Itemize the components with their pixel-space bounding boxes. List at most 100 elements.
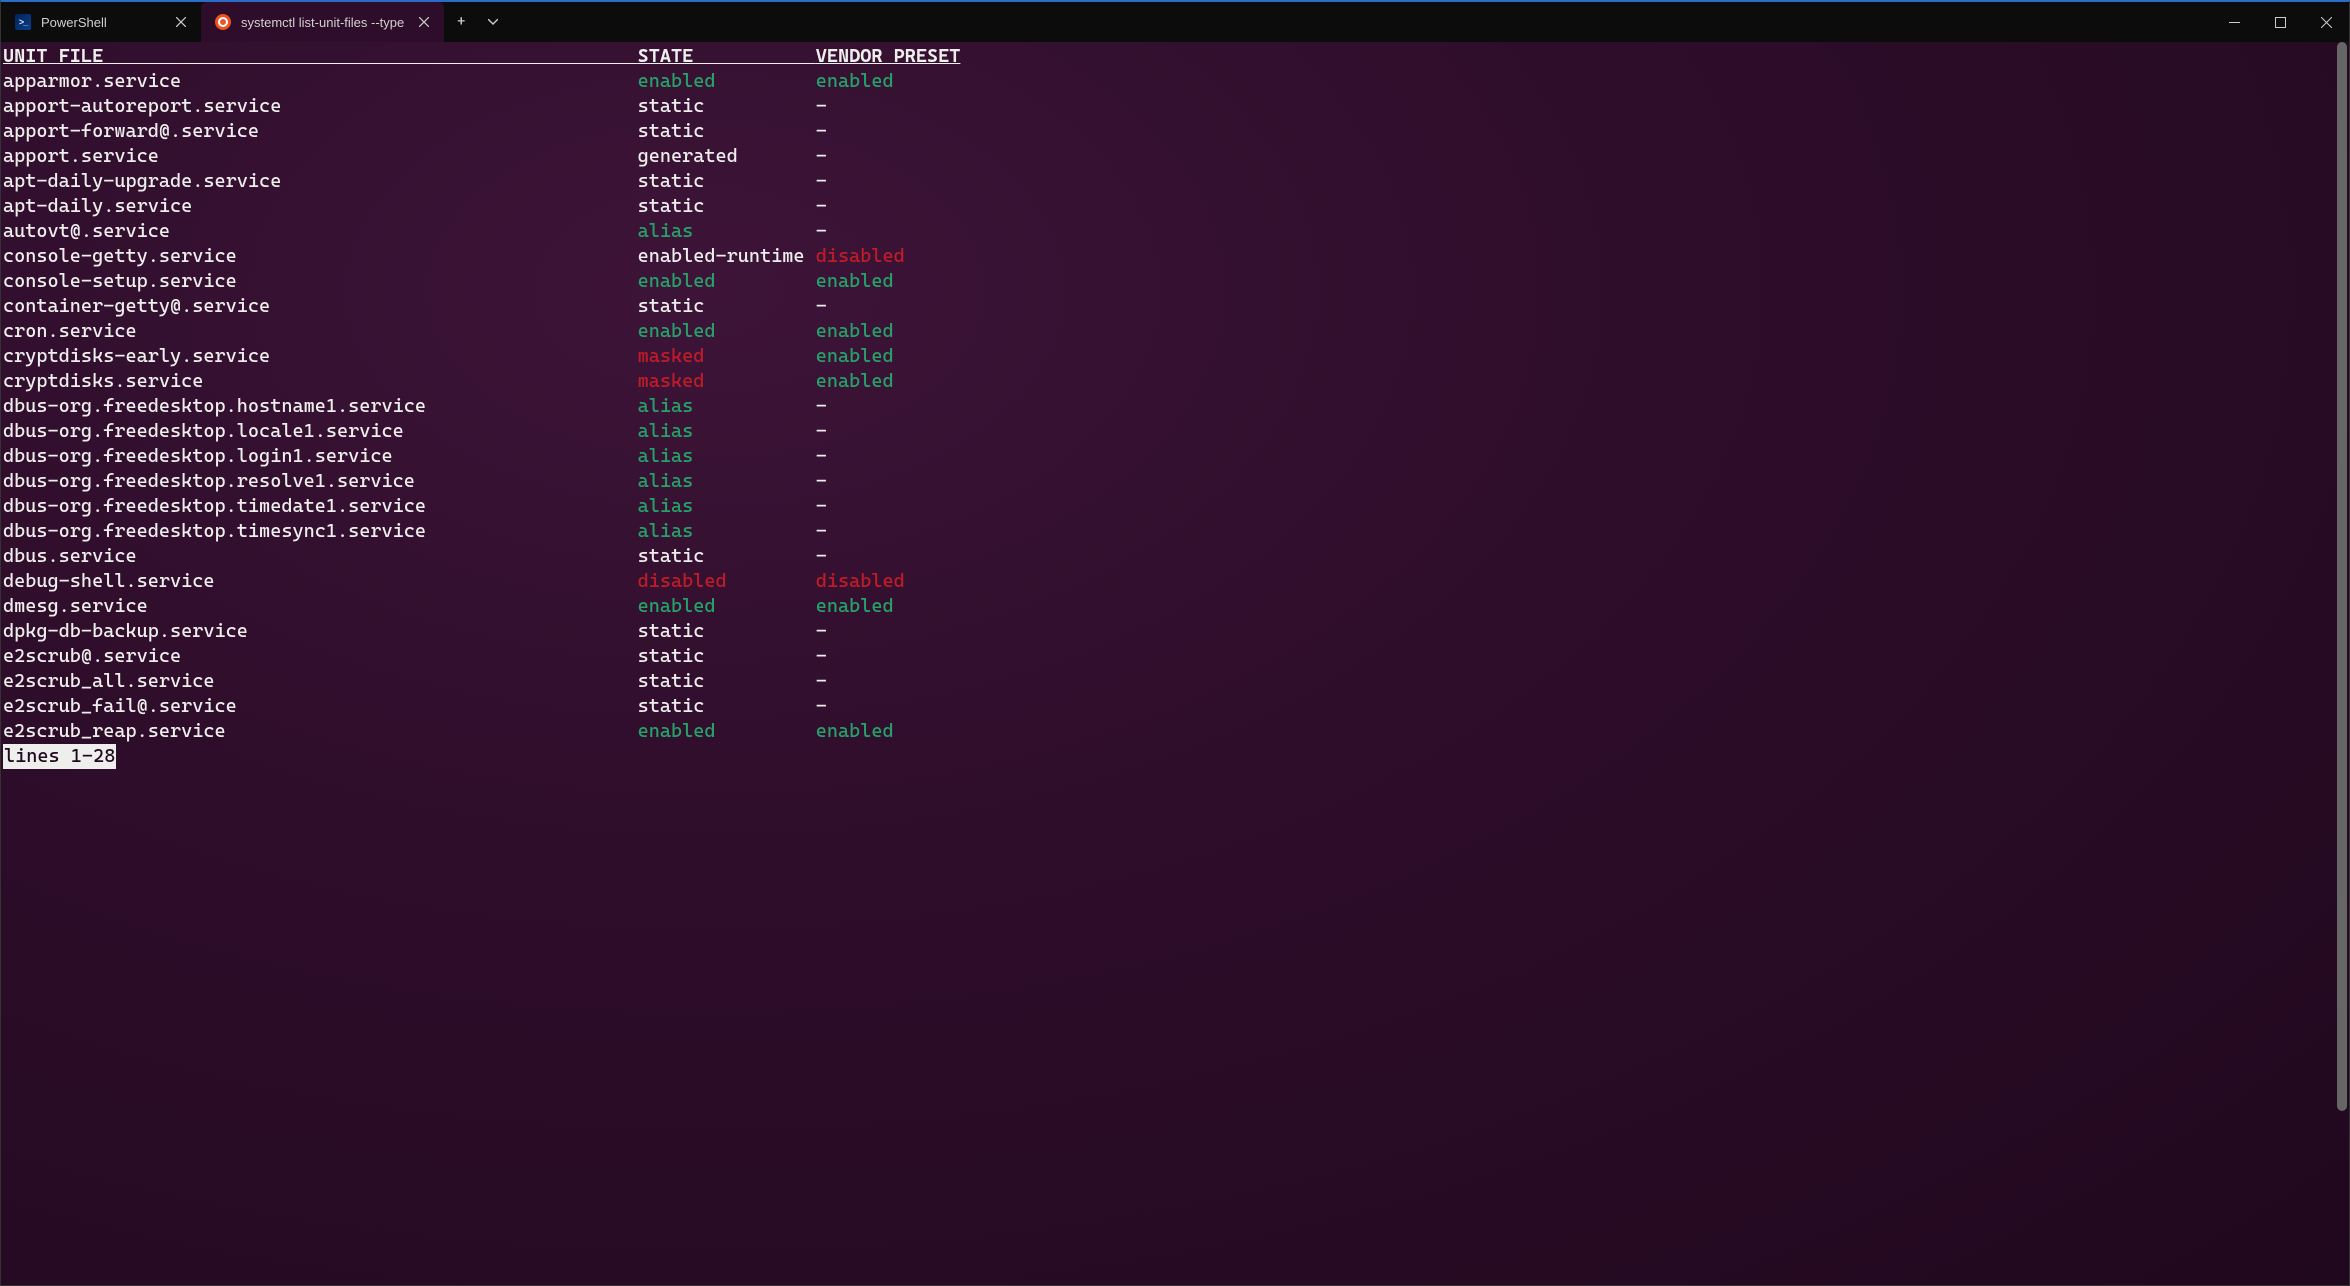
cell-vendor: enabled — [816, 719, 894, 744]
header-unit: UNIT FILE — [3, 44, 638, 69]
table-row: dpkg-db-backup.service static - — [3, 619, 2349, 644]
cell-state: alias — [638, 469, 816, 494]
table-row: container-getty@.service static - — [3, 294, 2349, 319]
cell-unit: dbus-org.freedesktop.timesync1.service — [3, 519, 638, 544]
table-row: autovt@.service alias - — [3, 219, 2349, 244]
table-header: UNIT FILE STATE VENDOR PRESET — [3, 44, 2349, 69]
ubuntu-icon — [215, 14, 231, 30]
tab-strip: PowerShell systemctl list-unit-files --ty… — [1, 2, 444, 42]
cell-unit: apt-daily.service — [3, 194, 638, 219]
cell-unit: console-setup.service — [3, 269, 638, 294]
tab-dropdown-button[interactable] — [478, 2, 508, 42]
cell-state: enabled — [638, 269, 816, 294]
cell-state: alias — [638, 519, 816, 544]
cell-vendor: enabled — [816, 69, 894, 94]
cell-vendor: - — [816, 444, 827, 469]
scrollbar-thumb[interactable] — [2337, 42, 2347, 1111]
cell-state: static — [638, 619, 816, 644]
cell-unit: e2scrub@.service — [3, 644, 638, 669]
tab-1[interactable]: systemctl list-unit-files --type — [201, 2, 444, 42]
cell-state: enabled — [638, 719, 816, 744]
cell-unit: cryptdisks.service — [3, 369, 638, 394]
cell-vendor: - — [816, 419, 827, 444]
cell-unit: cryptdisks-early.service — [3, 344, 638, 369]
cell-state: enabled — [638, 319, 816, 344]
cell-unit: e2scrub_fail@.service — [3, 694, 638, 719]
terminal-output: UNIT FILE STATE VENDOR PRESETapparmor.se… — [3, 44, 2349, 769]
table-row: apparmor.service enabled enabled — [3, 69, 2349, 94]
cell-vendor: - — [816, 219, 827, 244]
pager-status: lines 1-28 — [3, 744, 116, 769]
cell-vendor: - — [816, 519, 827, 544]
new-tab-button[interactable]: + — [444, 2, 478, 42]
close-tab-icon[interactable] — [171, 12, 191, 32]
terminal-pane[interactable]: UNIT FILE STATE VENDOR PRESETapparmor.se… — [1, 42, 2349, 1285]
table-row: cryptdisks-early.service masked enabled — [3, 344, 2349, 369]
table-row: dbus.service static - — [3, 544, 2349, 569]
table-row: apt-daily.service static - — [3, 194, 2349, 219]
cell-state: static — [638, 119, 816, 144]
cell-state: alias — [638, 494, 816, 519]
cell-vendor: - — [816, 194, 827, 219]
cell-unit: apport.service — [3, 144, 638, 169]
cell-state: enabled-runtime — [638, 244, 816, 269]
table-row: apt-daily-upgrade.service static - — [3, 169, 2349, 194]
cell-state: static — [638, 294, 816, 319]
cell-state: alias — [638, 394, 816, 419]
cell-vendor: - — [816, 544, 827, 569]
cell-vendor: - — [816, 669, 827, 694]
table-row: e2scrub_fail@.service static - — [3, 694, 2349, 719]
table-row: e2scrub_all.service static - — [3, 669, 2349, 694]
cell-vendor: - — [816, 694, 827, 719]
cell-unit: e2scrub_reap.service — [3, 719, 638, 744]
cell-state: static — [638, 94, 816, 119]
pager-line: lines 1-28 — [3, 744, 2349, 769]
close-tab-icon[interactable] — [414, 12, 434, 32]
table-row: console-getty.service enabled-runtime di… — [3, 244, 2349, 269]
cell-vendor: - — [816, 494, 827, 519]
cell-state: static — [638, 694, 816, 719]
cell-unit: cron.service — [3, 319, 638, 344]
cell-unit: dbus-org.freedesktop.resolve1.service — [3, 469, 638, 494]
cell-vendor: enabled — [816, 344, 894, 369]
table-row: cron.service enabled enabled — [3, 319, 2349, 344]
header-state: STATE — [638, 44, 816, 69]
cell-unit: container-getty@.service — [3, 294, 638, 319]
cell-state: enabled — [638, 69, 816, 94]
table-row: apport-autoreport.service static - — [3, 94, 2349, 119]
cell-unit: apport-forward@.service — [3, 119, 638, 144]
cell-unit: apt-daily-upgrade.service — [3, 169, 638, 194]
cell-vendor: - — [816, 144, 827, 169]
cell-unit: dpkg-db-backup.service — [3, 619, 638, 644]
close-window-button[interactable] — [2303, 2, 2349, 42]
table-row: dbus-org.freedesktop.hostname1.service a… — [3, 394, 2349, 419]
table-row: apport-forward@.service static - — [3, 119, 2349, 144]
cell-vendor: disabled — [816, 244, 905, 269]
powershell-icon — [15, 14, 31, 30]
table-row: e2scrub@.service static - — [3, 644, 2349, 669]
cell-state: static — [638, 644, 816, 669]
cell-unit: dbus-org.freedesktop.timedate1.service — [3, 494, 638, 519]
titlebar-drag-region[interactable] — [508, 2, 2211, 42]
minimize-button[interactable] — [2211, 2, 2257, 42]
cell-state: disabled — [638, 569, 816, 594]
tab-0[interactable]: PowerShell — [1, 2, 201, 42]
cell-state: enabled — [638, 594, 816, 619]
cell-unit: apport-autoreport.service — [3, 94, 638, 119]
titlebar[interactable]: PowerShell systemctl list-unit-files --ty… — [1, 2, 2349, 42]
cell-unit: console-getty.service — [3, 244, 638, 269]
cell-state: generated — [638, 144, 816, 169]
maximize-button[interactable] — [2257, 2, 2303, 42]
window-controls — [2211, 2, 2349, 42]
tab-label: systemctl list-unit-files --type — [241, 15, 404, 30]
cell-unit: dbus-org.freedesktop.hostname1.service — [3, 394, 638, 419]
cell-vendor: enabled — [816, 269, 894, 294]
cell-vendor: - — [816, 394, 827, 419]
table-row: apport.service generated - — [3, 144, 2349, 169]
cell-unit: apparmor.service — [3, 69, 638, 94]
table-row: dbus-org.freedesktop.resolve1.service al… — [3, 469, 2349, 494]
scrollbar[interactable] — [2337, 42, 2347, 1285]
cell-vendor: - — [816, 119, 827, 144]
cell-state: alias — [638, 444, 816, 469]
cell-state: static — [638, 544, 816, 569]
